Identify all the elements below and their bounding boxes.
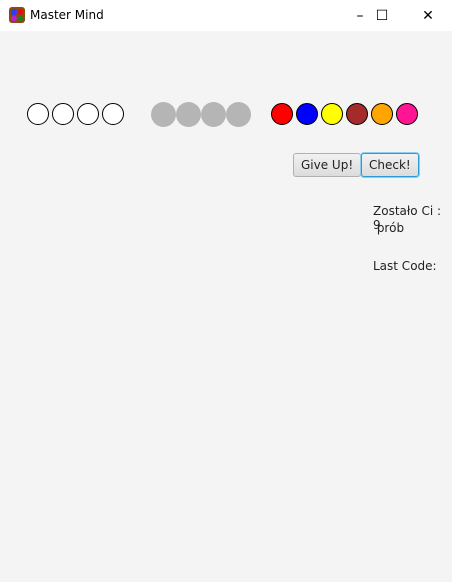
app-icon — [9, 7, 25, 23]
guess-slot[interactable] — [102, 103, 124, 125]
palette-peg-yellow[interactable] — [321, 103, 343, 125]
palette-peg-blue[interactable] — [296, 103, 318, 125]
feedback-peg — [226, 102, 251, 127]
feedback-peg — [201, 102, 226, 127]
close-button[interactable]: ✕ — [405, 0, 451, 31]
guess-slot[interactable] — [52, 103, 74, 125]
window-title: Master Mind — [30, 8, 104, 22]
last-code-label: Last Code: — [373, 259, 437, 273]
palette-peg-pink[interactable] — [396, 103, 418, 125]
guess-slot[interactable] — [77, 103, 99, 125]
feedback-peg — [176, 102, 201, 127]
remaining-attempts-unit: prób — [373, 221, 405, 235]
palette-peg-orange[interactable] — [371, 103, 393, 125]
palette-peg-brown[interactable] — [346, 103, 368, 125]
check-button[interactable]: Check! — [361, 153, 419, 177]
guess-slot[interactable] — [27, 103, 49, 125]
feedback-peg — [151, 102, 176, 127]
maximize-button[interactable]: ☐ — [359, 0, 405, 31]
title-bar: Master Mind – ☐ ✕ — [0, 0, 452, 31]
give-up-button[interactable]: Give Up! — [293, 153, 362, 177]
palette-peg-red[interactable] — [271, 103, 293, 125]
